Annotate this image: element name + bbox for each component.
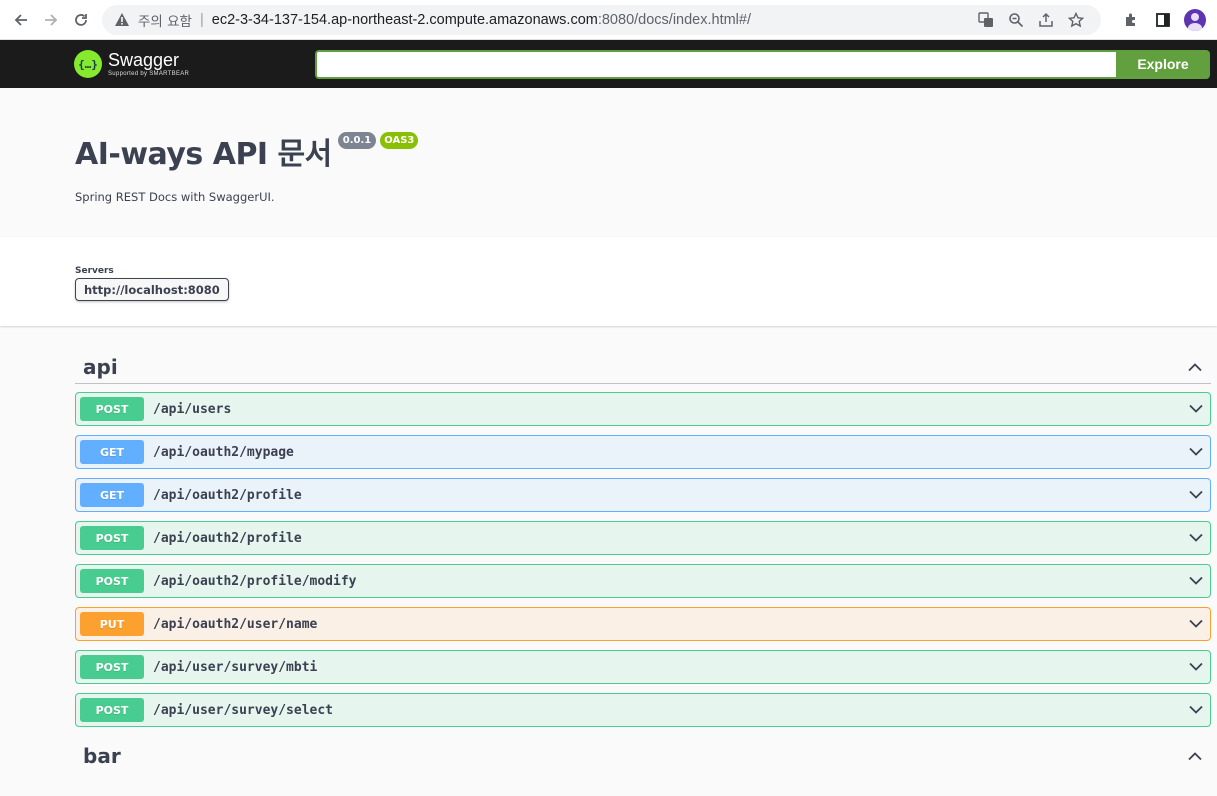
explore-button[interactable]: Explore — [1116, 49, 1210, 79]
version-badge: 0.0.1 — [337, 132, 377, 149]
swagger-logo-icon: {…} — [74, 50, 102, 78]
url-host: ec2-3-34-137-154.ap-northeast-2.compute.… — [211, 11, 598, 28]
chevron-up-icon[interactable] — [1187, 751, 1203, 761]
chevron-down-icon[interactable] — [1186, 657, 1206, 677]
operation-path: /api/users — [153, 401, 232, 417]
servers-label: Servers — [75, 266, 114, 276]
operations-section: api POST /api/users GET /api/oauth2/mypa… — [0, 326, 1217, 772]
opblock-post-oauth2-profile[interactable]: POST /api/oauth2/profile — [75, 521, 1211, 555]
back-button[interactable] — [6, 5, 36, 35]
security-label[interactable]: 주의 요함 — [138, 10, 192, 30]
method-badge: GET — [80, 483, 144, 507]
chevron-up-icon[interactable] — [1187, 362, 1203, 372]
method-badge: PUT — [80, 612, 144, 636]
server-select[interactable]: http://localhost:8080 — [75, 278, 229, 301]
opblock-post-api-users[interactable]: POST /api/users — [75, 392, 1211, 426]
tag-header-api[interactable]: api — [75, 351, 1211, 384]
api-description: Spring REST Docs with SwaggerUI. — [75, 190, 275, 204]
opblock-post-oauth2-profile-modify[interactable]: POST /api/oauth2/profile/modify — [75, 564, 1211, 598]
method-badge: POST — [80, 655, 144, 679]
chevron-down-icon[interactable] — [1186, 399, 1206, 419]
method-badge: POST — [80, 698, 144, 722]
translate-icon[interactable] — [971, 5, 1001, 35]
method-badge: GET — [80, 440, 144, 464]
zoom-icon[interactable] — [1001, 5, 1031, 35]
explore-form: Explore — [315, 49, 1210, 79]
operation-path: /api/user/survey/select — [153, 702, 334, 718]
tag-name: api — [83, 355, 118, 379]
oas-badge: OAS3 — [380, 132, 419, 149]
star-icon[interactable] — [1061, 5, 1091, 35]
chevron-down-icon[interactable] — [1186, 528, 1206, 548]
swagger-logo[interactable]: {…} Swagger Supported by SMARTBEAR — [74, 50, 315, 78]
operation-path: /api/oauth2/profile — [153, 487, 302, 503]
opblock-get-oauth2-mypage[interactable]: GET /api/oauth2/mypage — [75, 435, 1211, 469]
url-path: :8080/docs/index.html#/ — [597, 11, 751, 28]
tag-header-bar[interactable]: bar — [75, 739, 1211, 772]
profile-avatar[interactable] — [1179, 5, 1211, 35]
method-badge: POST — [80, 526, 144, 550]
side-panel-icon[interactable] — [1147, 5, 1179, 35]
url-separator: | — [199, 11, 204, 28]
method-badge: POST — [80, 569, 144, 593]
opblock-post-survey-mbti[interactable]: POST /api/user/survey/mbti — [75, 650, 1211, 684]
page-title: AI-ways API 문서 — [75, 137, 332, 172]
operations-list: POST /api/users GET /api/oauth2/mypage G… — [75, 384, 1211, 727]
arrow-left-icon — [14, 13, 27, 26]
info-section: AI-ways API 문서 0.0.1 OAS3 Spring REST Do… — [0, 88, 1217, 237]
chevron-down-icon[interactable] — [1186, 442, 1206, 462]
forward-button[interactable] — [36, 5, 66, 35]
operation-path: /api/oauth2/profile/modify — [153, 573, 357, 589]
method-badge: POST — [80, 397, 144, 421]
operation-path: /api/oauth2/user/name — [153, 616, 318, 632]
server-select-value: http://localhost:8080 — [84, 282, 220, 297]
arrow-right-icon — [45, 13, 58, 26]
operation-path: /api/user/survey/mbti — [153, 659, 318, 675]
reload-button[interactable] — [66, 5, 96, 35]
extensions-icon[interactable] — [1115, 5, 1147, 35]
logo-name: Swagger — [108, 50, 180, 70]
opblock-get-oauth2-profile[interactable]: GET /api/oauth2/profile — [75, 478, 1211, 512]
chevron-down-icon[interactable] — [1186, 571, 1206, 591]
swagger-topbar: {…} Swagger Supported by SMARTBEAR Explo… — [0, 40, 1217, 88]
reload-icon — [75, 13, 87, 26]
spec-url-input[interactable] — [315, 49, 1116, 79]
warning-icon — [112, 12, 132, 27]
browser-toolbar: 주의 요함 | ec2-3-34-137-154.ap-northeast-2.… — [0, 0, 1217, 40]
chevron-down-icon[interactable] — [1186, 700, 1206, 720]
opblock-put-oauth2-user-name[interactable]: PUT /api/oauth2/user/name — [75, 607, 1211, 641]
avatar — [1184, 8, 1206, 31]
share-icon[interactable] — [1031, 5, 1061, 35]
logo-subtitle: Supported by SMARTBEAR — [108, 71, 190, 77]
opblock-post-survey-select[interactable]: POST /api/user/survey/select — [75, 693, 1211, 727]
tag-name: bar — [83, 743, 121, 768]
chevron-down-icon[interactable] — [1186, 485, 1206, 505]
servers-section: Servers http://localhost:8080 — [0, 237, 1217, 326]
operation-path: /api/oauth2/mypage — [153, 444, 294, 460]
chevron-down-icon[interactable] — [1186, 614, 1206, 634]
address-bar[interactable]: 주의 요함 | ec2-3-34-137-154.ap-northeast-2.… — [102, 4, 1101, 35]
operation-path: /api/oauth2/profile — [153, 530, 302, 546]
